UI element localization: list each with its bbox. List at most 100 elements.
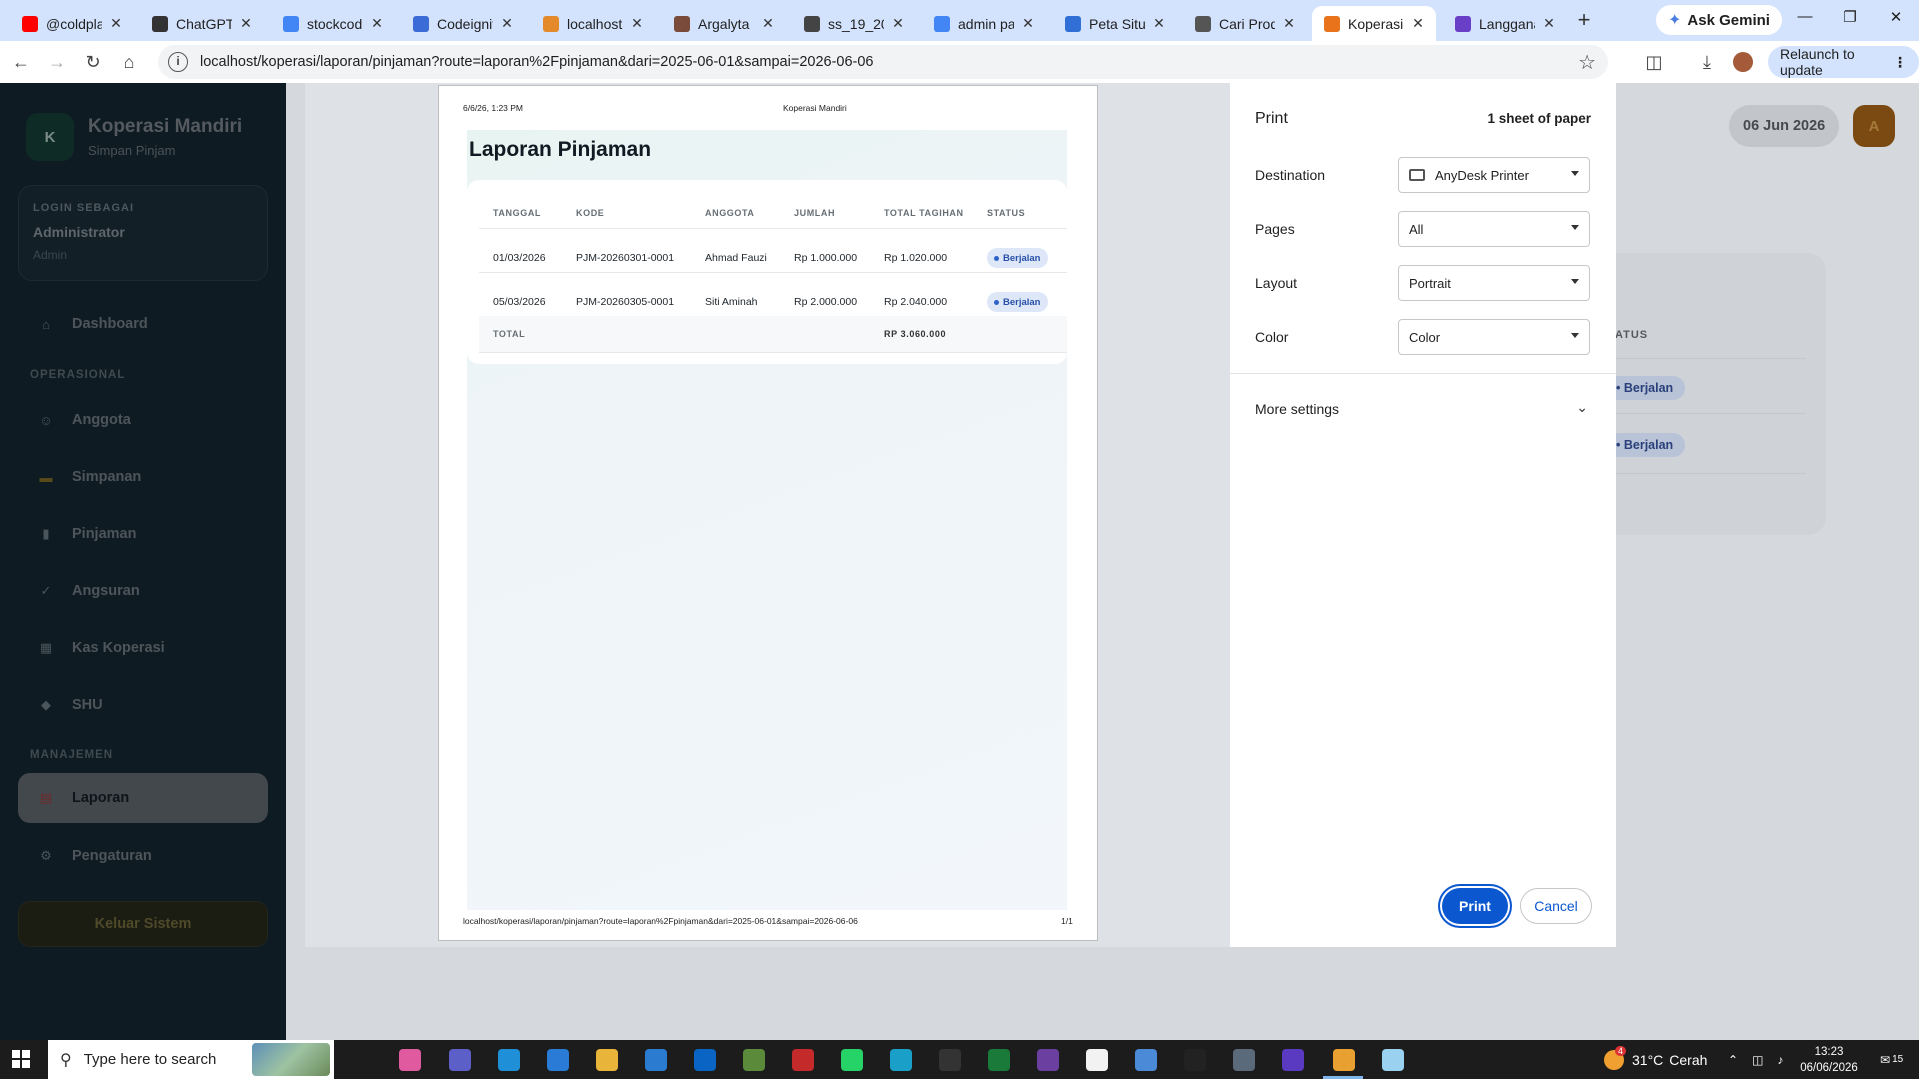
tab-3[interactable]: Codeignite ✕ — [401, 6, 525, 41]
address-bar[interactable]: i localhost/koperasi/laporan/pinjaman?ro… — [158, 45, 1608, 79]
app-icon[interactable] — [939, 1049, 961, 1071]
outlook-icon[interactable] — [694, 1049, 716, 1071]
store-icon[interactable] — [645, 1049, 667, 1071]
printer-icon — [1409, 169, 1425, 181]
chrome-icon[interactable] — [1333, 1049, 1355, 1071]
calculator-icon[interactable] — [1233, 1049, 1255, 1071]
close-tab-icon[interactable]: ✕ — [108, 15, 124, 32]
taskbar-search-box[interactable]: ⚲ Type here to search — [48, 1040, 334, 1079]
tab-0[interactable]: @coldplay ✕ — [10, 6, 134, 41]
nav-kas[interactable]: ▦ Kas Koperasi — [18, 623, 268, 673]
back-icon[interactable]: ← — [10, 51, 32, 73]
home-icon[interactable]: ⌂ — [118, 51, 140, 73]
cell-kode: PJM-20260305-0001 — [576, 296, 675, 308]
close-tab-icon[interactable]: ✕ — [629, 15, 645, 32]
notepad-icon[interactable] — [1382, 1049, 1404, 1071]
close-window-button[interactable]: ✕ — [1876, 8, 1916, 32]
app-icon[interactable] — [1037, 1049, 1059, 1071]
edge-icon[interactable] — [498, 1049, 520, 1071]
restore-button[interactable]: ❐ — [1830, 8, 1870, 32]
tab-4[interactable]: localhost / ✕ — [531, 6, 655, 41]
weather-widget[interactable]: 4 31°C Cerah — [1604, 1040, 1707, 1079]
close-tab-icon[interactable]: ✕ — [238, 15, 254, 32]
filezilla-icon[interactable] — [792, 1049, 814, 1071]
close-tab-icon[interactable]: ✕ — [1281, 15, 1297, 32]
task-view-icon[interactable] — [348, 1049, 370, 1071]
logout-button[interactable]: Keluar Sistem — [18, 901, 268, 947]
destination-select[interactable]: AnyDesk Printer — [1398, 157, 1590, 193]
nav-angsuran[interactable]: ✓ Angsuran — [18, 566, 268, 616]
relaunch-button[interactable]: Relaunch to update ⋮ — [1768, 46, 1919, 78]
user-avatar[interactable]: A — [1853, 105, 1895, 147]
nav-anggota[interactable]: ☺ Anggota — [18, 395, 268, 445]
close-tab-icon[interactable]: ✕ — [1151, 15, 1167, 32]
nav-shu[interactable]: ◆ SHU — [18, 680, 268, 730]
browser-tab-strip: @coldplay✕ChatGPT -✕stockcodin✕Codeignit… — [0, 0, 1919, 41]
preview-footer-page: 1/1 — [1061, 916, 1073, 926]
close-tab-icon[interactable]: ✕ — [890, 15, 906, 32]
app-icon[interactable] — [1135, 1049, 1157, 1071]
print-button[interactable]: Print — [1442, 888, 1508, 924]
close-tab-icon[interactable]: ✕ — [1410, 15, 1426, 32]
app-icon[interactable] — [743, 1049, 765, 1071]
pages-select[interactable]: All — [1398, 211, 1590, 247]
windows-start-icon[interactable] — [12, 1050, 30, 1068]
document-icon: ▮ — [42, 526, 50, 541]
tab-title: localhost / — [567, 15, 623, 32]
app-icon[interactable] — [890, 1049, 912, 1071]
cancel-button[interactable]: Cancel — [1520, 888, 1592, 924]
nav-dashboard[interactable]: ⌂ Dashboard — [18, 299, 268, 349]
tab-title: Codeignite — [437, 15, 493, 32]
tab-2[interactable]: stockcodin ✕ — [271, 6, 395, 41]
notification-center[interactable]: ✉ 15 — [1880, 1040, 1903, 1079]
volume-icon[interactable]: ♪ — [1777, 1053, 1783, 1067]
close-tab-icon[interactable]: ✕ — [760, 15, 776, 32]
tab-8[interactable]: Peta Situs ✕ — [1053, 6, 1177, 41]
teams-icon[interactable] — [449, 1049, 471, 1071]
profile-avatar[interactable] — [1733, 52, 1753, 72]
nav-simpanan[interactable]: ▬ Simpanan — [18, 452, 268, 502]
nav-pinjaman[interactable]: ▮ Pinjaman — [18, 509, 268, 559]
whatsapp-icon[interactable] — [841, 1049, 863, 1071]
nav-pengaturan[interactable]: ⚙ Pengaturan — [18, 831, 268, 881]
extensions-icon[interactable]: ◫ — [1643, 51, 1665, 73]
tab-6[interactable]: ss_19_2026 ✕ — [792, 6, 916, 41]
tab-7[interactable]: admin pan ✕ — [922, 6, 1046, 41]
tab-5[interactable]: Argalyta IT ✕ — [662, 6, 786, 41]
tab-10[interactable]: Koperasi M ✕ — [1312, 6, 1436, 41]
chevron-down-icon[interactable]: ⌄ — [1576, 399, 1588, 416]
date-pill: 06 Jun 2026 — [1729, 105, 1840, 147]
taskbar-clock[interactable]: 13:23 06/06/2026 — [1794, 1044, 1864, 1076]
minimize-button[interactable]: — — [1785, 8, 1825, 32]
close-tab-icon[interactable]: ✕ — [1020, 15, 1036, 32]
tray-overflow-icon[interactable]: ⌃ — [1728, 1053, 1738, 1067]
app-icon[interactable] — [1282, 1049, 1304, 1071]
paint-icon[interactable] — [399, 1049, 421, 1071]
user-icon: ☺ — [39, 412, 53, 428]
more-settings-toggle[interactable]: More settings — [1255, 401, 1339, 417]
tab-9[interactable]: Cari Produ ✕ — [1183, 6, 1307, 41]
ide-icon[interactable] — [547, 1049, 569, 1071]
tab-1[interactable]: ChatGPT - ✕ — [140, 6, 264, 41]
forward-icon[interactable]: → — [46, 51, 68, 73]
wallet-icon: ▬ — [39, 469, 53, 485]
nav-laporan[interactable]: ▤ Laporan — [18, 773, 268, 823]
notepad-icon[interactable] — [1086, 1049, 1108, 1071]
network-icon[interactable]: ◫ — [1752, 1053, 1763, 1067]
color-select[interactable]: Color — [1398, 319, 1590, 355]
close-tab-icon[interactable]: ✕ — [369, 15, 385, 32]
download-icon[interactable]: ⤓ — [1696, 51, 1718, 73]
bookmark-star-icon[interactable]: ☆ — [1578, 50, 1596, 75]
ask-gemini-button[interactable]: ✦ Ask Gemini — [1656, 5, 1782, 35]
reload-icon[interactable]: ↻ — [82, 51, 104, 73]
close-tab-icon[interactable]: ✕ — [499, 15, 515, 32]
close-tab-icon[interactable]: ✕ — [1541, 15, 1557, 32]
terminal-icon[interactable] — [988, 1049, 1010, 1071]
tab-11[interactable]: Langganan ✕ — [1443, 6, 1567, 41]
layout-select[interactable]: Portrait — [1398, 265, 1590, 301]
new-tab-button[interactable]: + — [1572, 9, 1596, 33]
site-info-icon[interactable]: i — [168, 52, 188, 72]
obs-icon[interactable] — [1184, 1049, 1206, 1071]
file-explorer-icon[interactable] — [596, 1049, 618, 1071]
cell-anggota: Ahmad Fauzi — [705, 252, 767, 264]
